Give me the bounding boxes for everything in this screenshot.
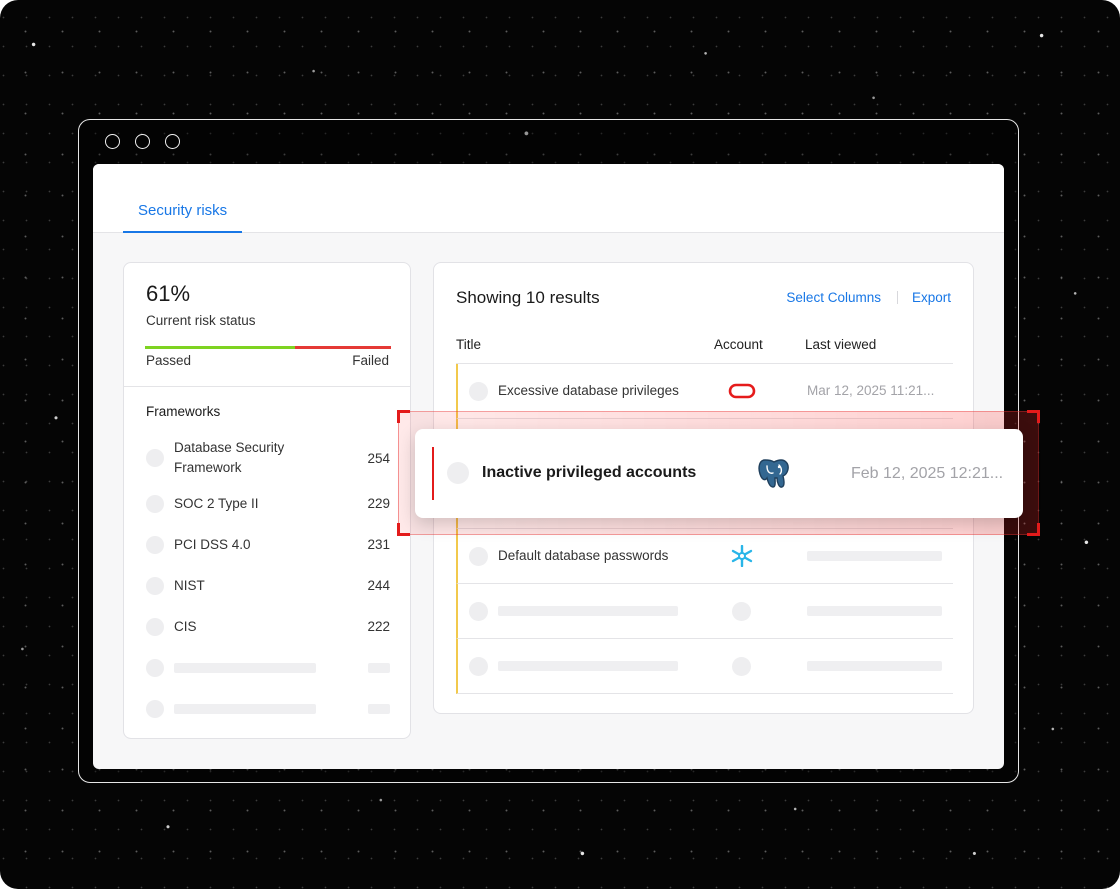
skeleton-bar — [368, 703, 390, 714]
framework-item[interactable]: Database Security Framework 254 — [146, 433, 390, 483]
skeleton-bar — [174, 703, 316, 714]
skeleton-dot — [732, 657, 751, 676]
skeleton-bar — [498, 661, 678, 671]
framework-count: 244 — [367, 578, 390, 593]
risk-bar-failed — [295, 346, 391, 349]
framework-count: 231 — [367, 537, 390, 552]
skeleton-bar — [174, 662, 316, 673]
framework-radio[interactable] — [146, 576, 164, 595]
skeleton-bar — [807, 606, 942, 616]
skeleton-dot — [732, 602, 751, 621]
risk-progress-bar — [145, 346, 391, 349]
framework-count: 229 — [367, 496, 390, 511]
framework-radio[interactable] — [146, 449, 164, 467]
highlighted-row[interactable]: Inactive privileged accounts Feb 12, 202… — [415, 429, 1023, 518]
window-close-button[interactable] — [105, 134, 120, 149]
risk-bar-passed — [145, 346, 296, 349]
framework-name: SOC 2 Type II — [174, 495, 259, 511]
risk-bar-legend: Passed Failed — [146, 353, 389, 368]
skeleton-bar — [807, 551, 942, 561]
window-controls — [105, 134, 180, 149]
framework-item[interactable]: PCI DSS 4.0 231 — [146, 524, 390, 565]
results-actions: Select Columns Export — [786, 290, 951, 305]
framework-item[interactable]: NIST 244 — [146, 565, 390, 606]
failed-label: Failed — [352, 353, 389, 368]
row-title: Default database passwords — [498, 548, 669, 563]
skeleton-dot — [146, 658, 164, 677]
table-skeleton-row — [456, 639, 953, 694]
focus-corner — [1027, 523, 1040, 536]
snowflake-icon — [731, 545, 753, 567]
risk-status-label: Current risk status — [146, 313, 256, 328]
framework-name: PCI DSS 4.0 — [174, 536, 251, 552]
oracle-icon — [728, 383, 756, 399]
frameworks-heading: Frameworks — [146, 404, 221, 419]
divider — [124, 386, 410, 387]
starfield-background: Security risks 61% Current risk status P… — [0, 0, 1120, 889]
framework-name: Database Security Framework — [174, 440, 285, 475]
table-row[interactable]: Default database passwords — [456, 529, 953, 584]
skeleton-dot — [469, 602, 488, 621]
row-title: Inactive privileged accounts — [482, 464, 697, 481]
table-skeleton-row — [456, 584, 953, 639]
framework-count: 222 — [367, 619, 390, 634]
framework-item[interactable]: CIS 222 — [146, 606, 390, 647]
column-header-account[interactable]: Account — [714, 337, 763, 352]
column-header-last-viewed[interactable]: Last viewed — [805, 337, 876, 352]
row-last-viewed: Mar 12, 2025 11:21... — [807, 383, 935, 398]
framework-name: NIST — [174, 577, 205, 593]
focus-corner — [397, 523, 410, 536]
tab-label: Security risks — [138, 202, 228, 219]
results-title: Showing 10 results — [456, 288, 600, 307]
column-header-title[interactable]: Title — [456, 337, 481, 352]
divider — [896, 291, 898, 304]
select-columns-link[interactable]: Select Columns — [786, 290, 881, 305]
skeleton-dot — [146, 699, 164, 718]
passed-label: Passed — [146, 353, 192, 368]
framework-name: CIS — [174, 618, 197, 634]
skeleton-bar — [368, 662, 390, 673]
row-checkbox[interactable] — [469, 547, 488, 566]
risk-summary-card: 61% Current risk status Passed Failed Fr… — [123, 262, 411, 739]
focus-corner — [397, 410, 410, 423]
app-header: Security risks — [93, 164, 1004, 233]
risk-percent: 61% — [146, 281, 191, 306]
focus-corner — [1027, 410, 1040, 423]
frameworks-list: Database Security Framework 254 SOC 2 Ty… — [146, 433, 390, 729]
window-maximize-button[interactable] — [165, 134, 180, 149]
skeleton-dot — [469, 657, 488, 676]
row-checkbox[interactable] — [447, 462, 469, 484]
framework-radio[interactable] — [146, 617, 164, 636]
tab-security-risks[interactable]: Security risks — [123, 202, 243, 233]
row-title: Excessive database privileges — [498, 383, 679, 398]
export-link[interactable]: Export — [912, 290, 951, 305]
skeleton-bar — [807, 661, 942, 671]
row-last-viewed: Feb 12, 2025 12:21... — [851, 465, 1004, 482]
row-accent — [432, 447, 434, 500]
framework-skeleton-item — [146, 647, 390, 688]
row-checkbox[interactable] — [469, 382, 488, 401]
framework-skeleton-item — [146, 688, 390, 729]
window-minimize-button[interactable] — [135, 134, 150, 149]
framework-count: 254 — [367, 450, 390, 466]
postgresql-icon — [758, 459, 789, 488]
framework-radio[interactable] — [146, 494, 164, 513]
framework-radio[interactable] — [146, 535, 164, 554]
skeleton-bar — [498, 606, 678, 616]
framework-item[interactable]: SOC 2 Type II 229 — [146, 483, 390, 524]
